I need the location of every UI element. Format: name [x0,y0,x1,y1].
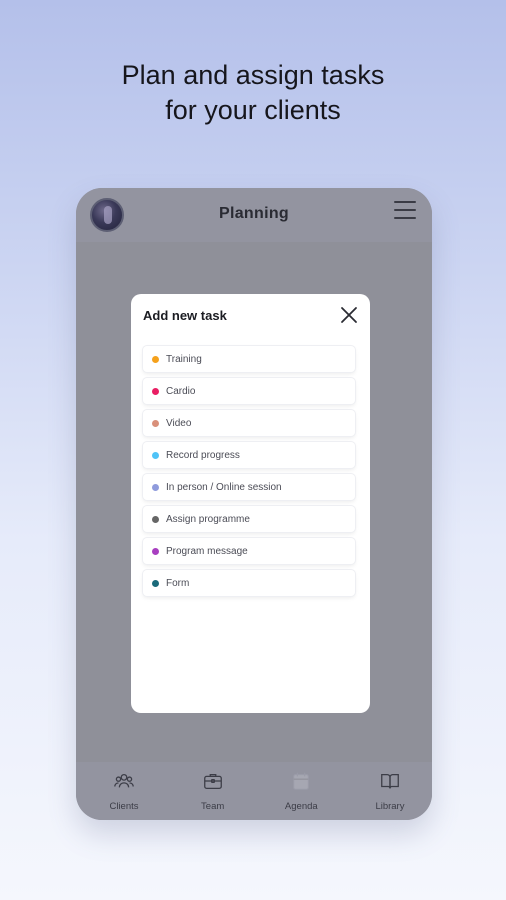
modal-title: Add new task [143,308,227,323]
nav-item-agenda[interactable]: Agenda [271,762,331,820]
close-icon[interactable] [339,305,359,325]
bottom-nav: Clients Team Agenda Library [76,762,432,820]
task-color-dot [152,419,159,427]
headline-line-1: Plan and assign tasks [121,60,385,90]
hamburger-menu-icon[interactable] [394,201,416,219]
task-label: Cardio [166,385,196,397]
add-task-modal: Add new task Training Cardio Video Recor… [131,294,370,713]
task-option-record-progress[interactable]: Record progress [143,442,355,468]
task-label: Assign programme [166,513,250,525]
task-color-dot [152,451,159,459]
task-label: Form [166,577,190,589]
headline: Plan and assign tasks for your clients [0,58,506,128]
phone-mockup: Planning Add new task Training Cardio Vi… [76,188,432,820]
task-option-video[interactable]: Video [143,410,355,436]
task-type-list: Training Cardio Video Record progress In… [143,346,355,596]
nav-label: Agenda [284,801,318,812]
task-color-dot [152,547,159,555]
nav-item-library[interactable]: Library [360,762,420,820]
nav-label: Team [201,801,225,812]
nav-label: Library [375,801,405,812]
page-title: Planning [219,205,289,222]
calendar-icon [290,770,312,797]
task-option-assign-programme[interactable]: Assign programme [143,506,355,532]
task-option-session[interactable]: In person / Online session [143,474,355,500]
task-label: Training [166,353,202,365]
task-label: Record progress [166,449,240,461]
task-color-dot [152,579,159,587]
briefcase-icon [202,770,224,797]
clients-icon [113,770,135,797]
task-label: Video [166,417,192,429]
nav-item-team[interactable]: Team [183,762,243,820]
task-label: Program message [166,545,248,557]
task-color-dot [152,483,159,491]
task-color-dot [152,355,159,363]
task-color-dot [152,515,159,523]
headline-line-2: for your clients [165,95,341,125]
nav-item-clients[interactable]: Clients [94,762,154,820]
task-option-training[interactable]: Training [143,346,355,372]
task-option-form[interactable]: Form [143,570,355,596]
task-color-dot [152,387,159,395]
task-option-cardio[interactable]: Cardio [143,378,355,404]
nav-label: Clients [109,801,139,812]
task-label: In person / Online session [166,481,282,493]
task-option-program-message[interactable]: Program message [143,538,355,564]
book-icon [379,770,401,797]
app-header: Planning [76,188,432,242]
